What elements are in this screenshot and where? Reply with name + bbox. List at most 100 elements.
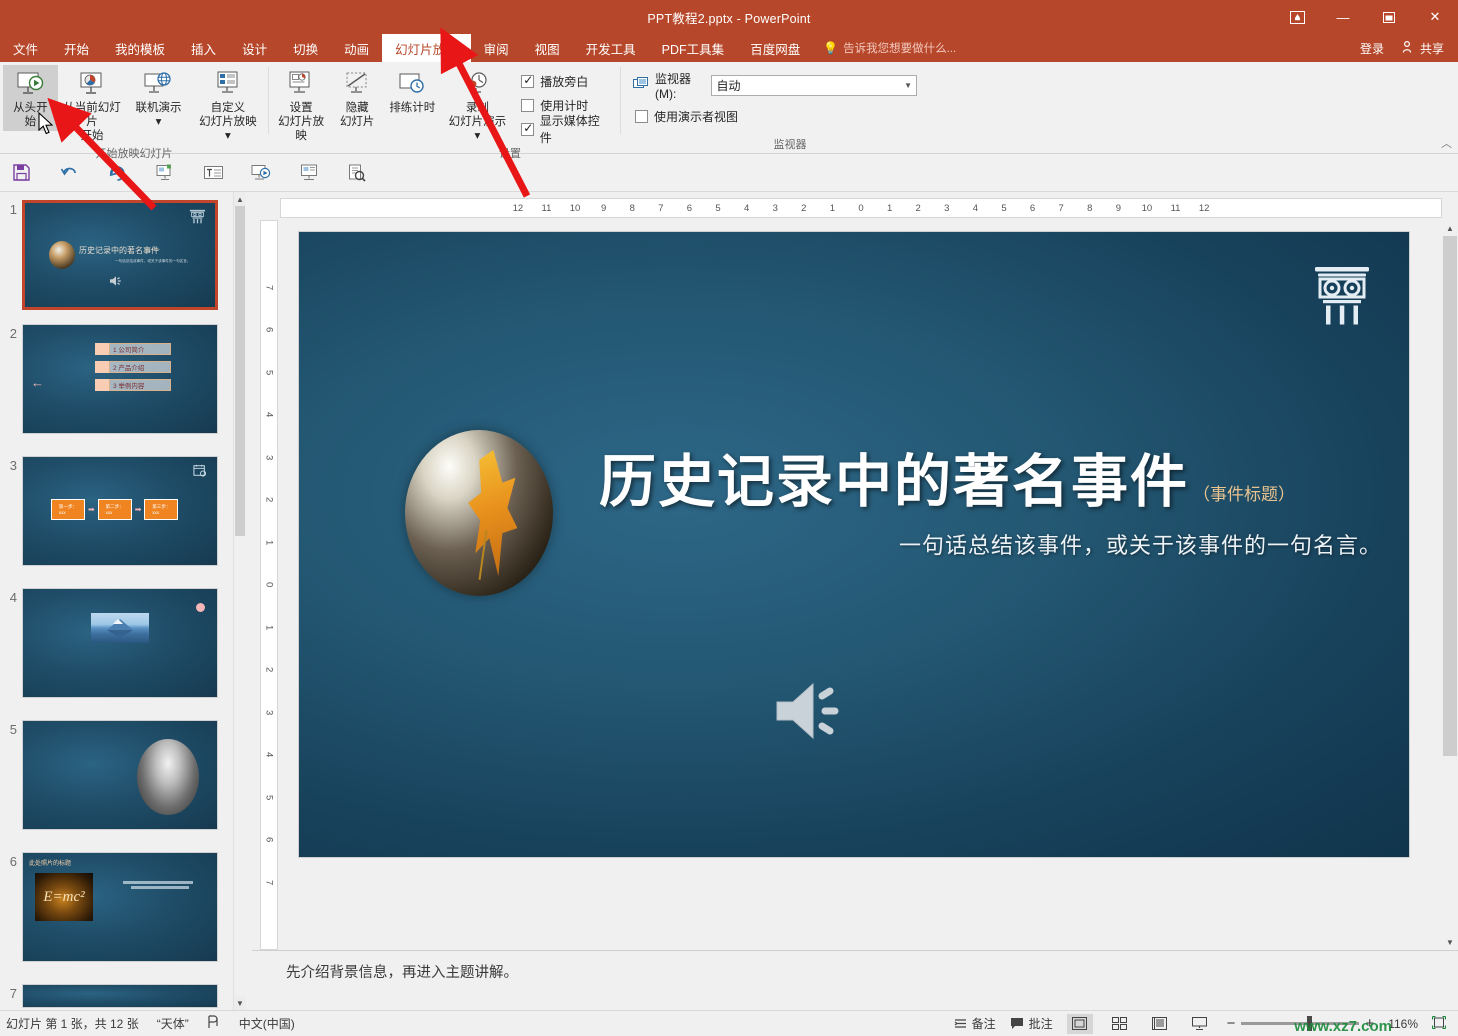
- scroll-down-icon[interactable]: ▼: [1442, 934, 1458, 950]
- start-presentation-icon[interactable]: [152, 160, 178, 186]
- editor-vertical-scrollbar[interactable]: ▲ ▼: [1442, 220, 1458, 950]
- ruler-tick: 0: [858, 202, 864, 214]
- play-narrations-checkbox[interactable]: 播放旁白: [519, 69, 609, 93]
- thumb-portrait-photo: [137, 739, 199, 815]
- slide-thumbnail-6[interactable]: 此处照片的标题 E=mc²: [22, 852, 218, 962]
- ruler-tick: 8: [1087, 202, 1093, 214]
- slide-thumbnail-2[interactable]: ← 1 公司简介 2 产品介绍 3 举例内容: [22, 324, 218, 434]
- zoom-out-button[interactable]: −: [1227, 1015, 1236, 1032]
- print-preview-icon[interactable]: [344, 160, 370, 186]
- use-presenter-view-checkbox[interactable]: 使用演示者视图: [633, 104, 738, 128]
- slide-thumbnail-5[interactable]: [22, 720, 218, 830]
- share-button[interactable]: 共享: [1396, 40, 1458, 57]
- ribbon-display-options-icon[interactable]: [1274, 0, 1320, 34]
- slideshow-from-beginning-icon[interactable]: [248, 160, 274, 186]
- use-timings-label: 使用计时: [540, 98, 589, 113]
- list-item[interactable]: 7: [0, 984, 246, 1008]
- scroll-up-icon[interactable]: ▲: [234, 192, 246, 206]
- slideshow-view-button[interactable]: [1187, 1014, 1213, 1034]
- ruler-tick: 3: [772, 202, 778, 214]
- list-item[interactable]: 5: [0, 720, 246, 830]
- language-label[interactable]: 中文(中国): [239, 1015, 295, 1032]
- rehearse-timings-button[interactable]: 排练计时: [383, 65, 441, 117]
- text-box-icon[interactable]: [200, 160, 226, 186]
- leaf-photo[interactable]: [405, 430, 553, 596]
- hide-slide-button[interactable]: 隐藏 幻灯片: [331, 65, 383, 131]
- slide-thumbnail-4[interactable]: [22, 588, 218, 698]
- person-share-icon: [1402, 40, 1416, 57]
- collapse-ribbon-icon[interactable]: ︿: [1441, 135, 1452, 151]
- redo-icon[interactable]: [104, 160, 130, 186]
- notes-pane[interactable]: 先介绍背景信息，再进入主题讲解。: [252, 950, 1458, 1010]
- tab-design[interactable]: 设计: [229, 34, 280, 62]
- slide-thumbnail-1[interactable]: 历史记录中的著名事件 ——— 一句话总结该事件，或关于该事件的一句名言。: [22, 200, 218, 310]
- current-slide[interactable]: 历史记录中的著名事件 （事件标题） 一句话总结该事件，或关于该事件的一句名言。: [299, 232, 1409, 857]
- slide-caption[interactable]: 一句话总结该事件，或关于该事件的一句名言。: [899, 528, 1382, 560]
- comments-button[interactable]: 批注: [1010, 1015, 1053, 1032]
- slide-sorter-view-button[interactable]: [1107, 1014, 1133, 1034]
- scroll-down-icon[interactable]: ▼: [234, 996, 246, 1010]
- accessibility-icon[interactable]: [207, 1015, 221, 1032]
- list-item[interactable]: 4: [0, 588, 246, 698]
- ruler-tick: 6: [263, 327, 275, 333]
- save-icon[interactable]: [8, 160, 34, 186]
- tab-slideshow[interactable]: 幻灯片放映: [382, 34, 471, 62]
- monitor-icon: [633, 76, 649, 94]
- scroll-thumb[interactable]: [235, 206, 245, 536]
- record-slideshow-button[interactable]: 录制 幻灯片演示 ▾: [441, 65, 513, 145]
- scroll-track[interactable]: [1442, 236, 1458, 934]
- close-button[interactable]: ✕: [1412, 0, 1458, 34]
- tab-home[interactable]: 开始: [51, 34, 102, 62]
- slide-count-label[interactable]: 幻灯片 第 1 张，共 12 张: [6, 1015, 139, 1032]
- tab-animations[interactable]: 动画: [331, 34, 382, 62]
- slide-icon[interactable]: [296, 160, 322, 186]
- theme-label[interactable]: “天体”: [157, 1015, 189, 1032]
- title-bar: PPT教程2.pptx - PowerPoint — ✕: [0, 0, 1458, 34]
- list-item[interactable]: 2 ← 1 公司简介 2 产品介绍 3 举例内容: [0, 324, 246, 434]
- tab-developer[interactable]: 开发工具: [573, 34, 649, 62]
- start-from-current-label: 从当前幻灯片 开始: [63, 102, 121, 142]
- tab-file[interactable]: 文件: [0, 34, 51, 62]
- sign-in-button[interactable]: 登录: [1348, 40, 1396, 57]
- tab-insert[interactable]: 插入: [178, 34, 229, 62]
- tell-me-box[interactable]: 💡 告诉我您想要做什么...: [813, 34, 966, 62]
- list-item[interactable]: 6 此处照片的标题 E=mc²: [0, 852, 246, 962]
- reading-view-button[interactable]: [1147, 1014, 1173, 1034]
- notes-button[interactable]: 备注: [954, 1015, 996, 1032]
- ruler-tick: 2: [915, 202, 921, 214]
- monitor-dropdown[interactable]: 自动 ▼: [711, 74, 917, 96]
- tab-my-templates[interactable]: 我的模板: [102, 34, 178, 62]
- tab-review[interactable]: 审阅: [471, 34, 522, 62]
- maximize-button[interactable]: [1366, 0, 1412, 34]
- slide-thumbnail-7[interactable]: [22, 984, 218, 1008]
- fit-slide-icon[interactable]: [1431, 1015, 1452, 1032]
- custom-slideshow-button[interactable]: 自定义 幻灯片放映 ▾: [191, 65, 265, 145]
- speaker-icon[interactable]: [775, 680, 851, 745]
- present-online-button[interactable]: 联机演示 ▾: [126, 65, 191, 131]
- minimize-button[interactable]: —: [1320, 0, 1366, 34]
- scroll-thumb[interactable]: [1443, 236, 1457, 756]
- scroll-up-icon[interactable]: ▲: [1442, 220, 1458, 236]
- slide-number: 3: [9, 458, 17, 473]
- slide-canvas-area[interactable]: 历史记录中的著名事件 （事件标题） 一句话总结该事件，或关于该事件的一句名言。: [280, 220, 1442, 950]
- start-from-current-button[interactable]: 从当前幻灯片 开始: [58, 65, 126, 145]
- tab-pdf-tools[interactable]: PDF工具集: [649, 34, 738, 62]
- undo-icon[interactable]: [56, 160, 82, 186]
- normal-view-button[interactable]: [1066, 1013, 1093, 1034]
- slide-thumbnail-3[interactable]: 第一步： xxx ➡ 第二步： xxx ➡ 第三步： xxx: [22, 456, 218, 566]
- zoom-level-label[interactable]: 116%: [1388, 1017, 1418, 1031]
- slide-thumbnail-panel[interactable]: 1 历史记录中的著名事件 ——— 一句话总结该事件，或关于该事件的一句名言。 2: [0, 192, 246, 1010]
- tab-transitions[interactable]: 切换: [280, 34, 331, 62]
- slide-title[interactable]: 历史记录中的著名事件 （事件标题）: [599, 454, 1295, 511]
- play-narrations-checkbox-box: [521, 73, 535, 88]
- tab-baidu-netdisk[interactable]: 百度网盘: [737, 34, 813, 62]
- show-media-controls-checkbox-box: [521, 121, 534, 136]
- horizontal-ruler[interactable]: 12 11 10 9 8 7 6 5 4 3 2 1 0 1 2 3 4 5 6…: [280, 198, 1442, 218]
- thumbnail-scrollbar[interactable]: ▲ ▼: [233, 192, 246, 1010]
- list-item[interactable]: 3 第一步： xxx ➡ 第二步： xxx ➡ 第三步： xxx: [0, 456, 246, 566]
- list-item[interactable]: 1 历史记录中的著名事件 ——— 一句话总结该事件，或关于该事件的一句名言。: [0, 200, 246, 310]
- vertical-ruler[interactable]: 7 6 5 4 3 2 1 0 1 2 3 4 5 6 7: [260, 220, 278, 950]
- setup-slideshow-button[interactable]: 设置 幻灯片放映: [271, 65, 331, 145]
- tab-view[interactable]: 视图: [522, 34, 573, 62]
- show-media-controls-checkbox[interactable]: 显示媒体控件: [519, 114, 609, 145]
